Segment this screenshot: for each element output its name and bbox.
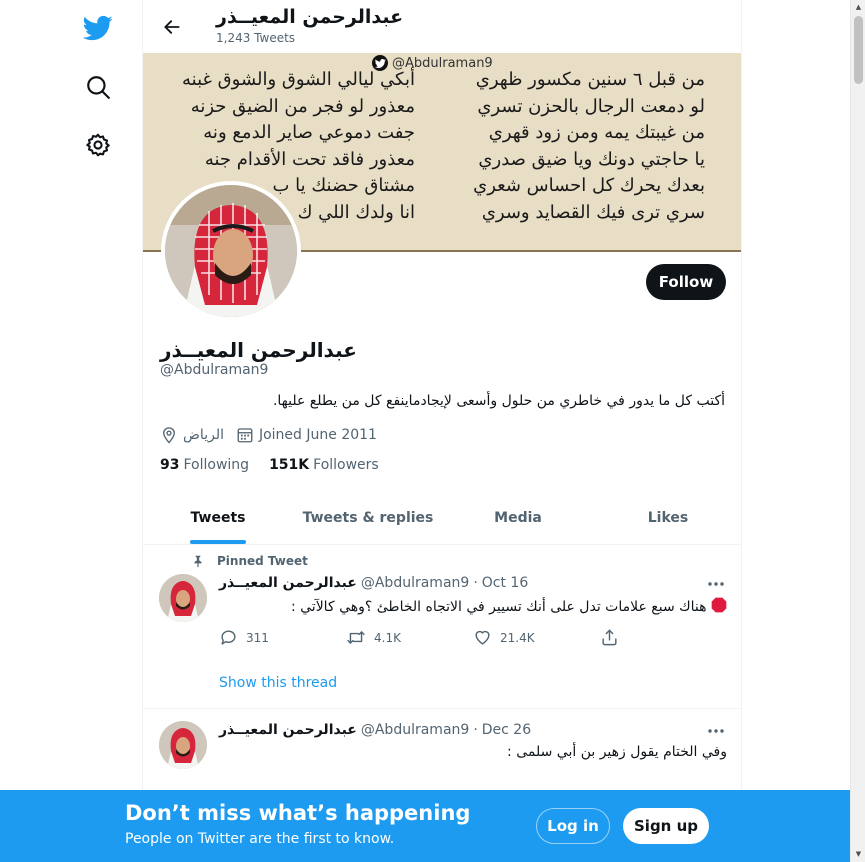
pin-icon — [191, 554, 205, 568]
tweet-author-handle[interactable]: @Abdulraman9 — [361, 722, 469, 738]
poem-line: لو دمعت الرجال بالحزن تسري — [477, 95, 705, 117]
tweet-date[interactable]: Oct 16 — [482, 575, 528, 591]
header-name: عبدالرحمن المعيــذر — [216, 6, 404, 28]
profile-name: عبدالرحمن المعيــذر — [160, 338, 357, 362]
pinned-label: Pinned Tweet — [217, 554, 308, 568]
poem-line: معذور فاقد تحت الأقدام جنه — [204, 148, 415, 170]
poem-right-column: من قبل ٦ سنين مكسور ظهري لو دمعت الرجال … — [473, 67, 705, 226]
prompt-title: Don’t miss what’s happening — [125, 801, 471, 825]
tweet-date[interactable]: Dec 26 — [482, 722, 531, 738]
tweet-author-name[interactable]: عبدالرحمن المعيــذر — [219, 722, 357, 738]
tab-tweets-and-replies[interactable]: Tweets & replies — [293, 491, 443, 544]
poem-line: أبكي ليالي الشوق والشوق غبنه — [182, 69, 415, 90]
scroll-down-arrow-icon[interactable]: ▼ — [854, 849, 863, 859]
tweet-header: عبدالرحمن المعيــذر @Abdulraman9 · Dec 2… — [219, 722, 531, 738]
profile-handle: @Abdulraman9 — [160, 362, 269, 378]
calendar-icon — [236, 426, 254, 444]
location-pin-icon — [160, 426, 178, 444]
pinned-indicator: Pinned Tweet — [191, 554, 308, 568]
profile-avatar[interactable] — [161, 181, 301, 321]
poem-line: سري ترى فيك القصايد وسري — [481, 201, 705, 223]
followers-link[interactable]: 151K Followers — [269, 457, 379, 473]
joined-text: Joined June 2011 — [258, 427, 377, 443]
profile-header-bar: عبدالرحمن المعيــذر 1,243 Tweets — [143, 0, 741, 53]
poem-line: من قبل ٦ سنين مكسور ظهري — [475, 69, 705, 90]
left-nav — [0, 0, 142, 862]
tweet-text-line: هناك سبع علامات تدل على أنك تسيير في الا… — [290, 599, 707, 615]
tweet-separator: · — [473, 575, 478, 591]
poem-line: يا حاجتي دونك ويا ضيق صدري — [478, 148, 705, 170]
retweet-count: 4.1K — [374, 630, 401, 645]
page-scrollbar[interactable]: ▲ ▼ — [850, 0, 865, 862]
tweet-separator: · — [473, 722, 478, 738]
profile-meta: الرياض Joined June 2011 — [160, 425, 389, 445]
location-text: الرياض — [183, 427, 224, 443]
tweet-avatar[interactable] — [159, 574, 207, 622]
reply-count: 311 — [246, 630, 269, 645]
tweet-item[interactable]: Pinned Tweet عبدالرحمن المعيــذر @Abdulr… — [143, 546, 741, 709]
gear-icon[interactable] — [76, 123, 120, 167]
tweet-text: هناك سبع علامات تدل على أنك تسيير في الا… — [291, 597, 727, 617]
more-options-icon[interactable] — [703, 574, 729, 594]
followers-count: 151K — [269, 457, 310, 473]
signup-button[interactable]: Sign up — [623, 808, 709, 844]
tweet-header: عبدالرحمن المعيــذر @Abdulraman9 · Oct 1… — [219, 575, 528, 591]
back-arrow-icon[interactable] — [155, 10, 189, 44]
followers-label: Followers — [313, 457, 379, 473]
like-count: 21.4K — [500, 630, 535, 645]
poem-line: معذور لو فجر من الضيق حزنه — [190, 95, 415, 117]
profile-tabs: Tweets Tweets & replies Media Likes — [143, 491, 741, 545]
tweet-actions: 311 4.1K 21.4K — [219, 628, 727, 647]
signup-prompt-bar: Don’t miss what’s happening People on Tw… — [0, 790, 851, 862]
show-thread-link[interactable]: Show this thread — [219, 675, 337, 691]
following-count: 93 — [160, 457, 180, 473]
tweet-author-name[interactable]: عبدالرحمن المعيــذر — [219, 575, 357, 591]
follow-button[interactable]: Follow — [646, 264, 726, 300]
poem-line: جفت دموعي صاير الدمع ونه — [203, 122, 415, 143]
joined-item: Joined June 2011 — [236, 426, 377, 444]
stop-sign-icon — [711, 597, 727, 617]
login-button[interactable]: Log in — [536, 808, 610, 844]
poem-line: من غيبتك يمه ومن زود قهري — [488, 122, 705, 143]
follow-stats: 93 Following 151K Followers — [160, 457, 379, 473]
scroll-up-arrow-icon[interactable]: ▲ — [854, 2, 863, 12]
header-tweet-count: 1,243 Tweets — [216, 31, 296, 45]
profile-bio: أكتب كل ما يدور في خاطري من حلول وأسعى ل… — [272, 393, 725, 409]
following-link[interactable]: 93 Following — [160, 457, 249, 473]
tab-likes[interactable]: Likes — [593, 491, 741, 544]
prompt-subtitle: People on Twitter are the first to know. — [125, 831, 395, 847]
retweet-button[interactable]: 4.1K — [346, 628, 473, 647]
share-icon — [600, 628, 619, 647]
poem-line: بعدك يحرك كل احساس شعري — [473, 175, 705, 196]
reply-button[interactable]: 311 — [219, 628, 346, 647]
tweet-author-handle[interactable]: @Abdulraman9 — [361, 575, 469, 591]
profile-column: عبدالرحمن المعيــذر 1,243 Tweets @Abdulr… — [142, 0, 742, 862]
tab-media[interactable]: Media — [443, 491, 593, 544]
reply-icon — [221, 630, 236, 645]
tab-tweets[interactable]: Tweets — [143, 491, 293, 544]
tweet-text: وفي الختام يقول زهير بن أبي سلمى : — [507, 744, 727, 760]
more-options-icon[interactable] — [703, 721, 729, 741]
search-icon[interactable] — [76, 65, 120, 109]
scrollbar-thumb[interactable] — [854, 16, 863, 84]
location-item: الرياض — [160, 426, 224, 444]
following-label: Following — [183, 457, 250, 473]
like-button[interactable]: 21.4K — [473, 628, 600, 647]
twitter-bird-icon[interactable] — [76, 6, 120, 50]
tweet-avatar[interactable] — [159, 721, 207, 769]
share-button[interactable] — [600, 628, 727, 647]
